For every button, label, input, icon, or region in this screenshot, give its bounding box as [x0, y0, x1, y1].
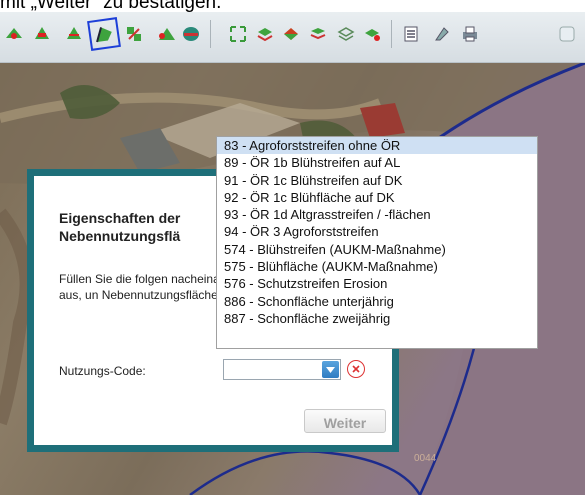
map-toolbar [0, 12, 585, 63]
chevron-down-icon[interactable] [322, 361, 339, 378]
dropdown-option[interactable]: 93 - ÖR 1d Altgrasstreifen / -flächen [217, 206, 537, 223]
layer-select-icon[interactable] [360, 22, 384, 46]
dropdown-option[interactable]: 886 - Schonfläche unterjährig [217, 293, 537, 310]
instruction-caption: mit „Weiter“ zu bestätigen. [0, 0, 222, 12]
layer-remove-icon[interactable] [306, 22, 330, 46]
dropdown-option[interactable]: 91 - ÖR 1c Blühstreifen auf DK [217, 172, 537, 189]
node-add-icon[interactable] [2, 22, 26, 46]
nutzungs-code-select[interactable] [223, 359, 341, 380]
clear-icon[interactable] [347, 360, 365, 378]
print-icon[interactable] [458, 22, 482, 46]
nutzungs-code-label: Nutzungs-Code: [59, 364, 146, 378]
layer-add-icon[interactable] [279, 22, 303, 46]
list-icon[interactable] [399, 22, 423, 46]
zoom-icon[interactable] [556, 22, 580, 46]
move-icon[interactable] [226, 22, 250, 46]
tools-icon[interactable] [430, 22, 454, 46]
dropdown-option[interactable]: 94 - ÖR 3 Agroforststreifen [217, 223, 537, 240]
node-split-icon[interactable] [62, 22, 86, 46]
parcel-label: 0044 [414, 453, 437, 464]
dropdown-option[interactable]: 575 - Blühfläche (AUKM-Maßnahme) [217, 258, 537, 275]
dropdown-option[interactable]: 887 - Schonfläche zweijährig [217, 310, 537, 327]
polygon-merge-icon[interactable] [122, 22, 146, 46]
dropdown-option[interactable]: 92 - ÖR 1c Blühfläche auf DK [217, 189, 537, 206]
weiter-button[interactable]: Weiter [304, 409, 386, 433]
toolbar-separator [210, 20, 211, 48]
dropdown-option[interactable]: 89 - ÖR 1b Blühstreifen auf AL [217, 154, 537, 171]
area-cut-icon[interactable] [155, 22, 179, 46]
dropdown-option[interactable]: 574 - Blühstreifen (AUKM-Maßnahme) [217, 241, 537, 258]
node-edit-icon[interactable] [30, 22, 54, 46]
area-hole-icon[interactable] [179, 22, 203, 46]
dropdown-option[interactable]: 83 - Agroforststreifen ohne ÖR [217, 137, 537, 155]
dropdown-option[interactable]: 576 - Schutzstreifen Erosion [217, 275, 537, 292]
layer-stack-icon[interactable] [253, 22, 277, 46]
layer-outline-icon[interactable] [334, 22, 358, 46]
nutzungs-code-dropdown[interactable]: 83 - Agroforststreifen ohne ÖR 89 - ÖR 1… [216, 136, 538, 349]
polygon-draw-icon[interactable] [87, 17, 121, 51]
toolbar-separator [391, 20, 392, 48]
